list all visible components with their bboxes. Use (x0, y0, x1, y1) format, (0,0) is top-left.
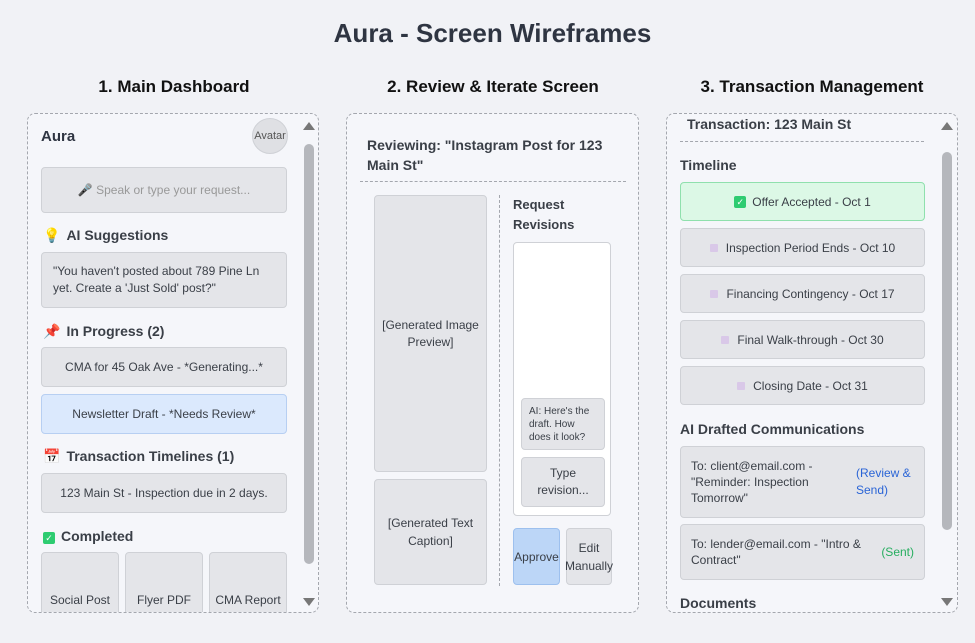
timeline-item-walkthrough[interactable]: Final Walk-through - Oct 30 (680, 320, 925, 359)
square-icon (710, 289, 719, 298)
comms-heading: AI Drafted Communications (680, 421, 865, 437)
revision-chat-panel: AI: Here's the draft. How does it look? … (513, 242, 611, 516)
column-title-transaction: 3. Transaction Management (700, 77, 924, 96)
page-title: Aura - Screen Wireframes (333, 18, 652, 48)
square-icon (737, 381, 746, 390)
ai-suggestion-card[interactable]: "You haven't posted about 789 Pine Ln ye… (41, 252, 287, 308)
request-input[interactable]: 🎤 Speak or type your request... (41, 167, 287, 213)
dashboard-frame: Aura Avatar 🎤 Speak or type your request… (27, 113, 319, 613)
completed-item-social-post[interactable]: Social Post (41, 552, 119, 612)
in-progress-item-cma[interactable]: CMA for 45 Oak Ave - *Generating...* (41, 347, 287, 387)
lightbulb-icon: 💡 (43, 227, 61, 243)
scroll-up-icon[interactable] (303, 122, 315, 130)
square-icon (709, 243, 718, 252)
review-heading: Reviewing: "Instagram Post for 123 Main … (367, 137, 603, 173)
timeline-item-inspection[interactable]: Inspection Period Ends - Oct 10 (680, 228, 925, 267)
comm-text: To: client@email.com - "Reminder: Inspec… (691, 459, 813, 505)
review-send-link[interactable]: (Review & Send) (856, 465, 914, 499)
review-frame: Reviewing: "Instagram Post for 123 Main … (346, 113, 639, 613)
completed-heading: ✓ Completed (43, 528, 133, 544)
edit-manually-button[interactable]: Edit Manually (565, 528, 613, 585)
image-preview: [Generated Image Preview] (374, 195, 487, 472)
comm-item-client[interactable]: To: client@email.com - "Reminder: Inspec… (680, 446, 925, 518)
check-icon: ✓ (43, 532, 55, 544)
app-name: Aura (41, 128, 76, 145)
revision-input[interactable]: Type revision... (521, 457, 605, 507)
transaction-heading: Transaction: 123 Main St (687, 116, 852, 132)
pin-icon: 📌 (43, 323, 61, 339)
timeline-item[interactable]: 123 Main St - Inspection due in 2 days. (41, 473, 287, 513)
documents-heading: Documents (680, 595, 757, 611)
ai-message: AI: Here's the draft. How does it look? (521, 398, 605, 450)
scroll-down-icon[interactable] (941, 598, 953, 606)
divider (360, 181, 626, 182)
timeline-item-offer[interactable]: ✓ Offer Accepted - Oct 1 (680, 182, 925, 221)
divider (680, 141, 924, 142)
square-icon (721, 335, 730, 344)
column-title-dashboard: 1. Main Dashboard (98, 77, 250, 96)
timeline-heading: Timeline (680, 157, 737, 173)
timeline-item-closing[interactable]: Closing Date - Oct 31 (680, 366, 925, 405)
column-divider (499, 195, 500, 586)
scrollbar[interactable] (304, 144, 314, 564)
in-progress-heading: 📌 In Progress (2) (43, 323, 165, 339)
calendar-icon: 📅 (43, 448, 61, 464)
scroll-up-icon[interactable] (941, 122, 953, 130)
scrollbar[interactable] (942, 152, 952, 530)
timeline-item-financing[interactable]: Financing Contingency - Oct 17 (680, 274, 925, 313)
approve-button[interactable]: Approve (513, 528, 560, 585)
sent-status: (Sent) (881, 545, 914, 559)
avatar[interactable]: Avatar (252, 118, 288, 154)
scroll-down-icon[interactable] (303, 598, 315, 606)
check-icon: ✓ (734, 195, 747, 208)
completed-item-cma-report[interactable]: CMA Report (209, 552, 287, 612)
in-progress-item-newsletter[interactable]: Newsletter Draft - *Needs Review* (41, 394, 287, 434)
ai-suggestions-heading: 💡 AI Suggestions (43, 227, 169, 243)
completed-item-flyer-pdf[interactable]: Flyer PDF (125, 552, 203, 612)
comm-item-lender[interactable]: To: lender@email.com - "Intro & Contract… (680, 524, 925, 580)
column-title-review: 2. Review & Iterate Screen (387, 77, 599, 96)
transaction-timelines-heading: 📅 Transaction Timelines (1) (43, 448, 235, 464)
comm-text: To: lender@email.com - "Intro & Contract… (691, 537, 861, 567)
revisions-heading: Request Revisions (513, 197, 575, 232)
text-caption: [Generated Text Caption] (374, 479, 487, 585)
transaction-frame: Transaction: 123 Main St Timeline ✓ Offer… (666, 113, 958, 613)
